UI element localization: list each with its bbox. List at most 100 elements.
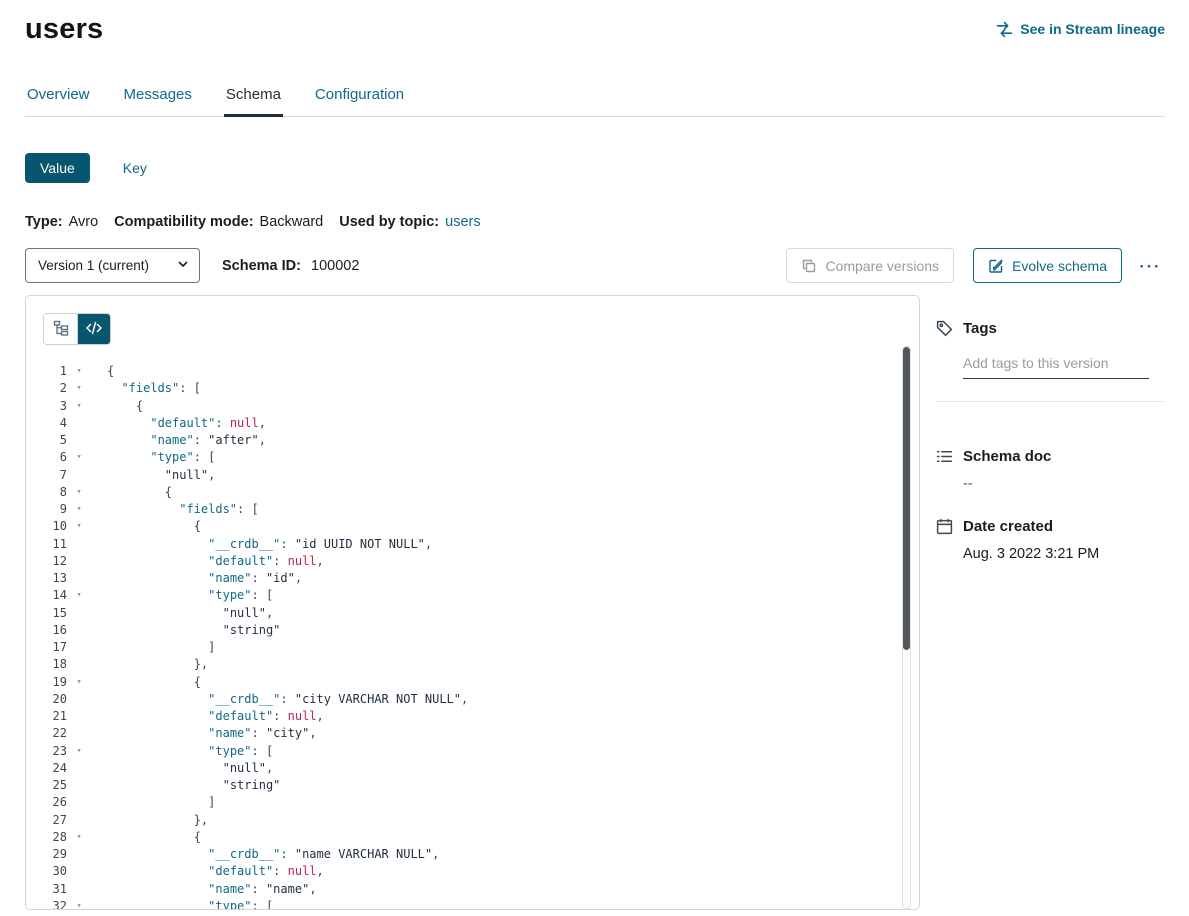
tab-messages[interactable]: Messages [122, 78, 194, 116]
schema-doc-title: Schema doc [963, 448, 1051, 465]
code-text: "fields": [ [107, 501, 259, 518]
code-line: 28▾{ [43, 829, 919, 846]
line-number: 25 [43, 777, 67, 794]
code-text: "default": null, [107, 415, 266, 432]
collapse-toggle-icon[interactable]: ▾ [73, 484, 85, 501]
code-text: }, [107, 656, 208, 673]
code-line: 16"string" [43, 622, 919, 639]
evolve-schema-button[interactable]: Evolve schema [973, 248, 1122, 283]
editor-scrollbar[interactable] [902, 346, 911, 909]
code-text: "default": null, [107, 863, 324, 880]
schema-sidebar: Tags Schema doc -- [936, 295, 1165, 910]
type-value: Avro [69, 214, 99, 230]
code-text: { [107, 518, 201, 535]
gutter-spacer [73, 605, 85, 622]
code-line: 18}, [43, 656, 919, 673]
collapse-toggle-icon[interactable]: ▾ [73, 501, 85, 518]
gutter-spacer [73, 553, 85, 570]
calendar-icon [936, 518, 953, 535]
code-text: "string" [107, 777, 280, 794]
schema-id-label: Schema ID: [222, 258, 301, 274]
collapse-toggle-icon[interactable]: ▾ [73, 587, 85, 604]
line-number: 6 [43, 449, 67, 466]
code-text: "type": [ [107, 587, 273, 604]
code-text: "name": "city", [107, 725, 317, 742]
tree-view-button[interactable] [44, 314, 77, 344]
collapse-toggle-icon[interactable]: ▾ [73, 674, 85, 691]
code-line: 2▾"fields": [ [43, 380, 919, 397]
code-text: "type": [ [107, 449, 215, 466]
compare-versions-label: Compare versions [825, 258, 939, 274]
collapse-toggle-icon[interactable]: ▾ [73, 743, 85, 760]
collapse-toggle-icon[interactable]: ▾ [73, 449, 85, 466]
sidebar-divider [936, 401, 1165, 402]
compare-versions-button[interactable]: Compare versions [786, 248, 954, 283]
gutter-spacer [73, 432, 85, 449]
code-line: 6 ▾ "type": [ [43, 449, 919, 466]
gutter-spacer [73, 777, 85, 794]
code-text: "name": "id", [107, 570, 302, 587]
gutter-spacer [73, 708, 85, 725]
tab-overview[interactable]: Overview [25, 78, 92, 116]
code-text: }, [107, 812, 208, 829]
edit-icon [988, 258, 1004, 274]
code-text: "default": null, [107, 708, 324, 725]
version-select-value: Version 1 (current) [38, 258, 149, 273]
key-toggle-button[interactable]: Key [108, 153, 162, 183]
line-number: 8 [43, 484, 67, 501]
stream-lineage-link[interactable]: See in Stream lineage [996, 21, 1165, 38]
line-number: 12 [43, 553, 67, 570]
gutter-spacer [73, 881, 85, 898]
code-line: 9▾"fields": [ [43, 501, 919, 518]
collapse-toggle-icon[interactable]: ▾ [73, 518, 85, 535]
date-created-title: Date created [963, 518, 1053, 535]
tag-icon [936, 320, 953, 337]
scrollbar-thumb[interactable] [903, 347, 910, 650]
code-view-button[interactable] [77, 314, 110, 344]
collapse-toggle-icon[interactable]: ▾ [73, 829, 85, 846]
line-number: 23 [43, 743, 67, 760]
schema-doc-value: -- [963, 476, 1165, 492]
line-number: 10 [43, 518, 67, 535]
code-line: 11"__crdb__": "id UUID NOT NULL", [43, 536, 919, 553]
topic-link[interactable]: users [445, 214, 480, 230]
code-text: ] [107, 794, 215, 811]
type-label: Type: [25, 214, 63, 230]
code-line: 21"default": null, [43, 708, 919, 725]
collapse-toggle-icon[interactable]: ▾ [73, 398, 85, 415]
line-number: 7 [43, 467, 67, 484]
code-line: 7"null", [43, 467, 919, 484]
schema-id: Schema ID: 100002 [222, 258, 359, 274]
line-number: 29 [43, 846, 67, 863]
value-key-toggle: Value Key [25, 153, 1165, 183]
code-line: 3▾{ [43, 398, 919, 415]
line-number: 19 [43, 674, 67, 691]
more-options-button[interactable]: ⋯ [1134, 253, 1165, 279]
code-line: 27}, [43, 812, 919, 829]
code-line: 15"null", [43, 605, 919, 622]
collapse-toggle-icon[interactable]: ▾ [73, 380, 85, 397]
stream-lineage-label: See in Stream lineage [1020, 21, 1165, 37]
version-select[interactable]: Version 1 (current) [25, 248, 200, 283]
tab-configuration[interactable]: Configuration [313, 78, 406, 116]
collapse-toggle-icon[interactable]: ▾ [73, 363, 85, 380]
line-number: 27 [43, 812, 67, 829]
code-text: { [107, 674, 201, 691]
value-toggle-button[interactable]: Value [25, 153, 90, 183]
tags-input[interactable] [963, 351, 1149, 379]
code-line: 25 "string" [43, 777, 919, 794]
code-text: "null", [107, 605, 273, 622]
line-number: 16 [43, 622, 67, 639]
line-number: 28 [43, 829, 67, 846]
date-created-value: Aug. 3 2022 3:21 PM [963, 546, 1165, 562]
code-lines: 1▾{2▾"fields": [3▾{4"default": null,5"na… [43, 363, 919, 910]
line-number: 5 [43, 432, 67, 449]
tab-schema[interactable]: Schema [224, 78, 283, 116]
collapse-toggle-icon[interactable]: ▾ [73, 898, 85, 910]
gutter-spacer [73, 536, 85, 553]
schema-main: 1▾{2▾"fields": [3▾{4"default": null,5"na… [25, 295, 1165, 910]
code-line: 4"default": null, [43, 415, 919, 432]
gutter-spacer [73, 794, 85, 811]
line-number: 22 [43, 725, 67, 742]
line-number: 2 [43, 380, 67, 397]
